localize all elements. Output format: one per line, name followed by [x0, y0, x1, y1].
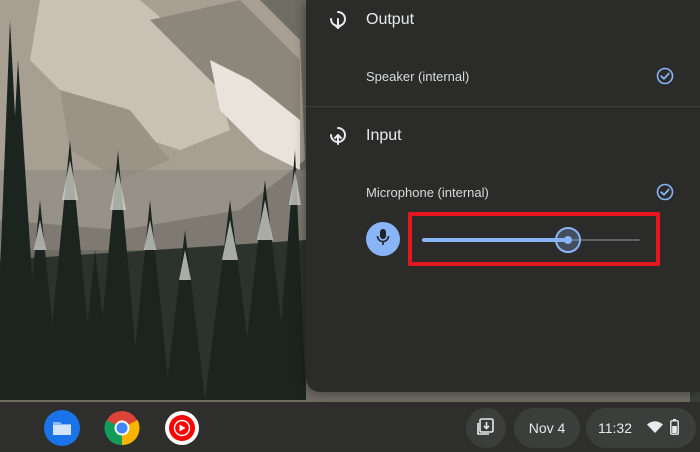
- download-tray-icon: [476, 417, 496, 440]
- youtube-music-icon: [165, 411, 199, 445]
- shelf: Nov 4 11:32: [0, 402, 700, 452]
- date-label: Nov 4: [528, 420, 566, 436]
- status-area-button[interactable]: 11:32: [586, 408, 696, 448]
- input-icon: [328, 126, 348, 146]
- holding-space-button[interactable]: [466, 408, 506, 448]
- audio-settings-panel: Output Speaker (internal) Input Micropho…: [306, 0, 700, 392]
- output-title: Output: [366, 11, 415, 28]
- microphone-device-label: Microphone (internal): [366, 184, 489, 200]
- speaker-device-row[interactable]: Speaker (internal): [306, 61, 700, 91]
- youtube-music-app-button[interactable]: [164, 410, 200, 446]
- input-title: Input: [366, 127, 402, 144]
- check-circle-icon: [656, 67, 674, 85]
- check-circle-icon: [656, 183, 674, 201]
- microphone-mute-button[interactable]: [366, 222, 400, 256]
- files-app-button[interactable]: [44, 410, 80, 446]
- chrome-icon: [104, 411, 140, 446]
- slider-thumb-dot: [564, 236, 572, 244]
- microphone-gain-slider[interactable]: [422, 227, 640, 253]
- output-icon: [328, 10, 348, 30]
- chrome-app-button[interactable]: [104, 410, 140, 446]
- microphone-icon: [376, 228, 390, 251]
- section-divider: [306, 106, 700, 107]
- battery-icon: [670, 419, 679, 438]
- speaker-device-label: Speaker (internal): [366, 68, 470, 84]
- date-tray-button[interactable]: Nov 4: [514, 408, 580, 448]
- slider-thumb[interactable]: [555, 227, 581, 253]
- slider-fill: [422, 238, 568, 242]
- clock-label: 11:32: [598, 420, 632, 436]
- folder-icon: [44, 410, 80, 446]
- wifi-icon: [646, 420, 664, 437]
- output-section-header: Output: [306, 0, 700, 40]
- input-section-header: Input: [306, 116, 700, 156]
- microphone-device-row[interactable]: Microphone (internal): [306, 177, 700, 207]
